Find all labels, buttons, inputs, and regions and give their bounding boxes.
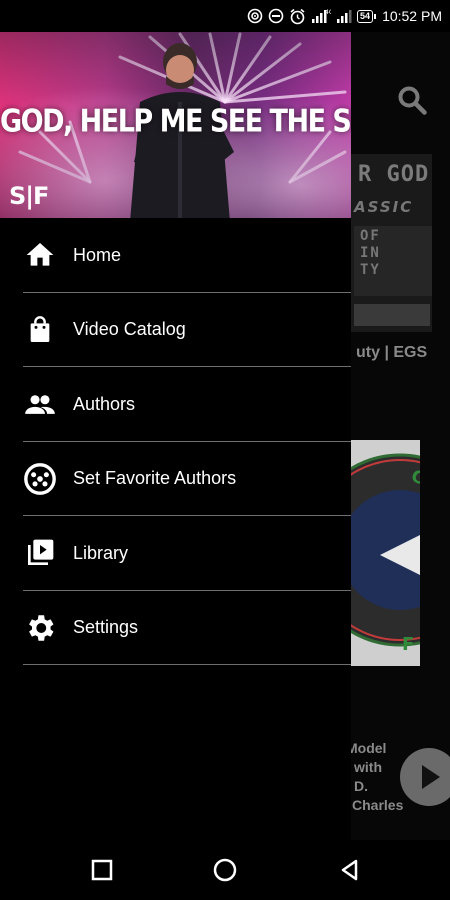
- menu-item-authors[interactable]: Authors: [0, 367, 351, 442]
- gear-icon: [23, 611, 57, 645]
- model-line-4: Charles: [352, 797, 404, 813]
- banner-line-2: ASSIC: [354, 198, 414, 216]
- menu-label-home: Home: [73, 244, 122, 265]
- model-line-1: Model: [346, 740, 387, 756]
- back-icon[interactable]: [338, 858, 362, 882]
- sermon-title: GOD, HELP ME SEE THE SUPPLY: [0, 103, 351, 140]
- brand-logo: S|F: [9, 182, 49, 210]
- status-icons: 4G 54 10:52 PM: [247, 7, 442, 25]
- signal-icon: 4G: [312, 9, 331, 23]
- video-title-snippet[interactable]: Model with D. Charles: [346, 739, 403, 815]
- menu-item-home[interactable]: Home: [0, 218, 351, 293]
- do-not-disturb-icon: [268, 8, 284, 24]
- menu-label-library: Library: [73, 542, 129, 563]
- svg-text:4G: 4G: [325, 9, 331, 16]
- alarm-icon: [290, 8, 305, 24]
- model-line-3: D.: [354, 778, 368, 794]
- svg-text:F GOD: F GOD: [402, 634, 420, 655]
- banner-line-3: OF IN TY: [354, 226, 432, 296]
- menu-label-video-catalog: Video Catalog: [73, 319, 186, 340]
- search-icon[interactable]: [396, 84, 430, 118]
- banner-line-1: R GOD: [358, 162, 430, 187]
- favorite-authors-icon: [23, 462, 57, 496]
- menu-label-set-favorite-authors: Set Favorite Authors: [73, 468, 237, 489]
- system-navigation-bar: [0, 840, 450, 900]
- people-icon: [23, 387, 57, 421]
- drawer-menu: Home Video Catalog Authors Set Favorite …: [0, 218, 351, 665]
- status-bar: 4G 54 10:52 PM: [0, 0, 450, 32]
- recent-apps-icon[interactable]: [90, 858, 114, 882]
- menu-label-authors: Authors: [73, 393, 136, 414]
- video-library-icon: [23, 536, 57, 570]
- video-caption[interactable]: uty | EGS: [356, 344, 427, 362]
- hotspot-icon: [247, 8, 263, 24]
- navigation-drawer: GOD, HELP ME SEE THE SUPPLY S|F Home Vid…: [0, 32, 351, 840]
- shopping-bag-icon: [23, 313, 57, 347]
- home-button-icon[interactable]: [213, 858, 237, 882]
- menu-label-settings: Settings: [73, 617, 139, 638]
- signal-strength-icon: [337, 10, 352, 23]
- banner-bar: [354, 304, 430, 326]
- status-clock: 10:52 PM: [382, 8, 442, 24]
- menu-item-library[interactable]: Library: [0, 516, 351, 591]
- home-icon: [23, 238, 57, 272]
- model-line-2: with: [354, 759, 382, 775]
- battery-indicator: 54: [357, 9, 377, 23]
- play-button[interactable]: [400, 748, 450, 806]
- play-icon: [422, 765, 440, 789]
- video-thumbnail[interactable]: CHRIST F GOD: [350, 440, 420, 666]
- drawer-header-image[interactable]: GOD, HELP ME SEE THE SUPPLY S|F: [0, 32, 351, 218]
- menu-item-set-favorite-authors[interactable]: Set Favorite Authors: [0, 442, 351, 517]
- menu-item-video-catalog[interactable]: Video Catalog: [0, 293, 351, 368]
- featured-banner[interactable]: R GOD ASSIC OF IN TY: [350, 154, 432, 332]
- menu-item-settings[interactable]: Settings: [0, 591, 351, 666]
